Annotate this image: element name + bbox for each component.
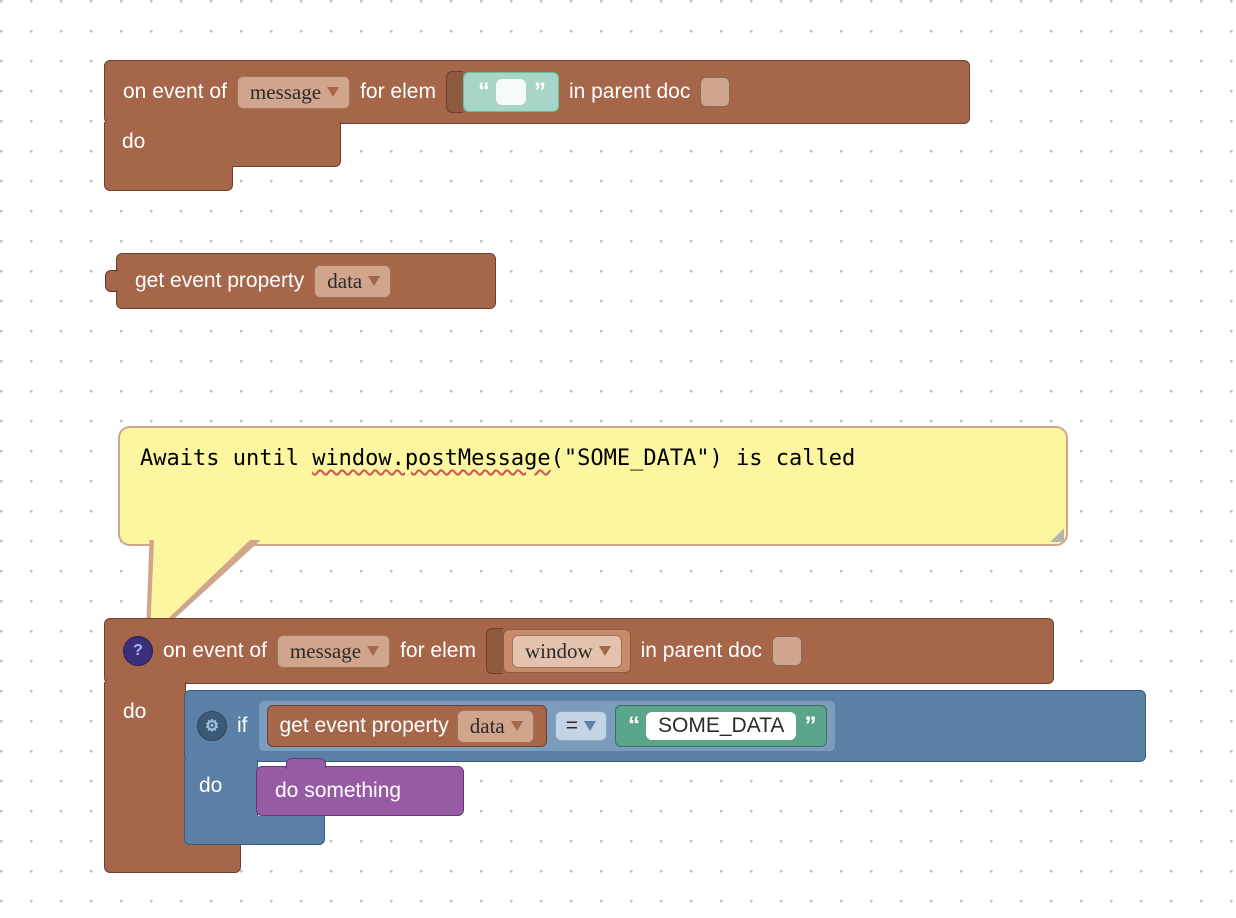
parent-doc-checkbox[interactable] <box>700 77 730 107</box>
get-event-property-block[interactable]: get event property data <box>116 253 496 309</box>
chevron-down-icon <box>327 87 339 97</box>
do-spine-foot <box>182 842 241 873</box>
label-in-parent-doc: in parent doc <box>569 80 690 104</box>
event-type-dropdown[interactable]: message <box>277 635 390 668</box>
comparator-dropdown[interactable]: = <box>555 711 607 741</box>
do-label: do <box>122 130 145 154</box>
compare-block[interactable]: get event property data = “ SOME_DATA ” <box>258 700 837 752</box>
comment-text-wavy: window.postMessage <box>312 446 550 471</box>
if-do-spine-foot <box>254 816 325 845</box>
block-tab <box>286 758 326 769</box>
get-event-property-inner[interactable]: get event property data <box>267 705 547 747</box>
label-if: if <box>237 714 248 738</box>
resize-handle-icon[interactable] <box>1050 528 1064 542</box>
event-type-dropdown[interactable]: message <box>237 76 350 109</box>
close-quote-icon: ” <box>534 78 544 106</box>
close-quote-icon: ” <box>804 712 814 740</box>
label-for-elem: for elem <box>400 639 476 663</box>
label-get-event-property: get event property <box>135 269 304 293</box>
property-dropdown[interactable]: data <box>314 265 391 298</box>
label-do-something: do something <box>275 779 401 803</box>
chevron-down-icon <box>584 721 596 731</box>
event-listener-block-2[interactable]: ? on event of message for elem window in… <box>104 618 1054 684</box>
label-on-event-of: on event of <box>163 639 267 663</box>
property-value: data <box>327 269 362 294</box>
input-socket-notch <box>486 628 503 674</box>
input-socket-notch <box>446 71 463 113</box>
open-quote-icon: “ <box>478 78 488 106</box>
open-quote-icon: “ <box>628 712 638 740</box>
comment-text-post: ("SOME_DATA") is called <box>551 446 856 471</box>
event-type-value: message <box>250 80 321 105</box>
do-label: do <box>199 774 222 798</box>
string-literal-block[interactable]: “ ” <box>463 72 559 112</box>
label-on-event-of: on event of <box>123 80 227 104</box>
do-something-block[interactable]: do something <box>256 766 464 816</box>
event-listener-block[interactable]: on event of message for elem “ ” in pare… <box>104 60 970 124</box>
string-value[interactable]: SOME_DATA <box>646 712 796 740</box>
do-spine: do <box>104 682 186 873</box>
output-notch <box>105 270 118 292</box>
comment-bubble[interactable]: Awaits until window.postMessage("SOME_DA… <box>118 426 1068 546</box>
comment-text-pre: Awaits until <box>140 446 312 471</box>
help-icon[interactable]: ? <box>123 636 153 666</box>
label-for-elem: for elem <box>360 80 436 104</box>
if-do-spine: do <box>184 760 258 845</box>
elem-reference-block[interactable]: window <box>503 629 631 673</box>
chevron-down-icon <box>367 646 379 656</box>
comparator-value: = <box>566 714 578 738</box>
if-block[interactable]: ⚙ if get event property data = “ SOME_DA… <box>184 690 1146 762</box>
elem-value: window <box>525 639 593 664</box>
chevron-down-icon <box>511 721 523 731</box>
property-value: data <box>470 714 505 739</box>
string-literal-block[interactable]: “ SOME_DATA ” <box>615 705 827 747</box>
parent-doc-checkbox[interactable] <box>772 636 802 666</box>
label-in-parent-doc: in parent doc <box>641 639 762 663</box>
elem-dropdown[interactable]: window <box>512 635 622 668</box>
property-dropdown[interactable]: data <box>457 710 534 743</box>
string-input[interactable] <box>496 79 526 105</box>
label-get-event-property: get event property <box>280 714 449 738</box>
do-arm: do <box>104 122 182 191</box>
chevron-down-icon <box>599 646 611 656</box>
gear-icon[interactable]: ⚙ <box>197 711 227 741</box>
do-label: do <box>123 700 146 724</box>
chevron-down-icon <box>368 276 380 286</box>
event-type-value: message <box>290 639 361 664</box>
